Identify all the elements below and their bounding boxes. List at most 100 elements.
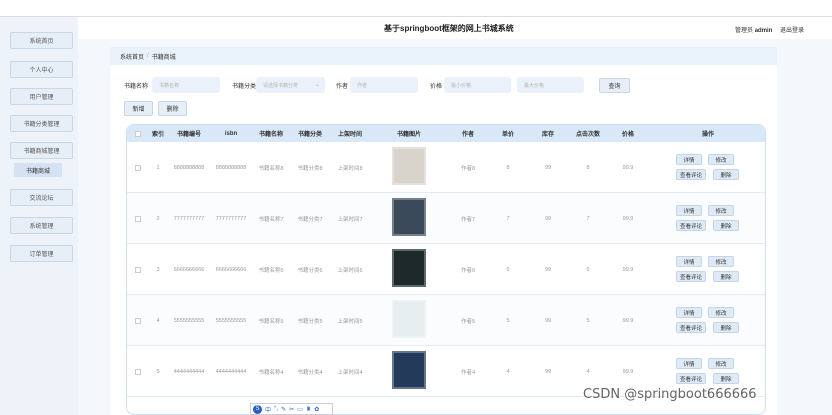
user-role-label: 管理员 bbox=[735, 28, 754, 34]
detail-button[interactable]: 详情 bbox=[676, 205, 702, 216]
cell-book-name: 书籍名称4 bbox=[258, 369, 284, 376]
settings-icon[interactable]: ✿ bbox=[314, 406, 319, 413]
detail-button[interactable]: 详情 bbox=[676, 256, 702, 267]
sidebar-item-forum[interactable]: 交流论坛 bbox=[10, 189, 73, 206]
cell-author: 作者7 bbox=[460, 216, 476, 223]
cell-index: 2 bbox=[156, 215, 160, 222]
price-min-input[interactable]: 最小价格 bbox=[444, 77, 511, 93]
cell-author: 作者5 bbox=[460, 318, 476, 325]
row-delete-button[interactable]: 删除 bbox=[713, 169, 739, 180]
cell-book-no: 6666666666 bbox=[173, 266, 205, 273]
row-checkbox[interactable] bbox=[127, 244, 149, 295]
col-book-image: 书籍图片 bbox=[396, 132, 421, 138]
cell-stock: 99 bbox=[544, 215, 552, 222]
user-name: admin bbox=[754, 28, 773, 34]
row-checkbox[interactable] bbox=[127, 295, 149, 346]
col-isbn: isbn bbox=[224, 130, 238, 137]
cell-book-name: 书籍名称7 bbox=[258, 216, 284, 223]
cell-book-category: 书籍分类6 bbox=[297, 267, 323, 274]
row-delete-button[interactable]: 删除 bbox=[713, 220, 739, 231]
cell-book-category: 书籍分类8 bbox=[297, 165, 323, 172]
sidebar-item-orders[interactable]: 订单管理 bbox=[10, 245, 73, 262]
col-price: 价格 bbox=[621, 132, 634, 138]
pen-icon[interactable]: ✎ bbox=[281, 406, 286, 413]
row-delete-button[interactable]: 删除 bbox=[713, 373, 739, 384]
cell-price: 99.9 bbox=[622, 266, 634, 273]
sidebar-item-book-store-admin[interactable]: 书籍商城管理 bbox=[10, 142, 73, 159]
sidebar-item-profile[interactable]: 个人中心 bbox=[10, 61, 73, 78]
cell-author: 作者8 bbox=[460, 165, 476, 172]
skin-icon[interactable]: ♜ bbox=[306, 406, 311, 413]
add-button[interactable]: 新增 bbox=[124, 101, 153, 116]
ime-chinese-icon[interactable]: 中 bbox=[265, 405, 271, 414]
author-input[interactable]: 作者 bbox=[350, 77, 418, 93]
table-row: 1 8888888888 8888888888 书籍名称8 书籍分类8 上架时间8 作者8 8… bbox=[127, 142, 765, 193]
view-reviews-button[interactable]: 查看评论 bbox=[676, 220, 706, 231]
sidebar-subitem-book-store[interactable]: 书籍商城 bbox=[14, 163, 62, 177]
row-checkbox[interactable] bbox=[127, 142, 149, 193]
cell-author: 作者4 bbox=[460, 369, 476, 376]
row-checkbox[interactable] bbox=[127, 346, 149, 397]
cell-shelf-time: 上架时间7 bbox=[337, 216, 363, 223]
cell-unit: 6 bbox=[506, 266, 510, 273]
cell-book-name: 书籍名称6 bbox=[258, 267, 284, 274]
row-delete-button[interactable]: 删除 bbox=[713, 322, 739, 333]
bulk-delete-button[interactable]: 删除 bbox=[158, 101, 187, 116]
breadcrumb: 系统首页 / 书籍商城 bbox=[110, 47, 777, 65]
table-header: 索引 书籍编号 isbn 书籍名称 书籍分类 上架时间 书籍图片 作者 单价 库… bbox=[127, 125, 765, 142]
sidebar-item-system[interactable]: 系统管理 bbox=[10, 217, 73, 234]
col-index: 索引 bbox=[151, 132, 164, 138]
book-cover-image bbox=[392, 198, 426, 236]
cell-clicks: 6 bbox=[586, 266, 590, 273]
book-cover-image bbox=[392, 249, 426, 287]
cell-isbn: 6666666666 bbox=[215, 266, 247, 273]
breadcrumb-current: 书籍商城 bbox=[151, 54, 176, 61]
keyboard-icon[interactable]: ▭ bbox=[297, 406, 303, 413]
col-shelf-time: 上架时间 bbox=[337, 132, 362, 138]
edit-button[interactable]: 修改 bbox=[708, 154, 734, 165]
cell-stock: 99 bbox=[544, 368, 552, 375]
edit-button[interactable]: 修改 bbox=[708, 256, 734, 267]
cell-price: 99.9 bbox=[622, 317, 634, 324]
category-select[interactable]: 请选择书籍分类 ⌄ bbox=[256, 77, 325, 93]
edit-button[interactable]: 修改 bbox=[708, 205, 734, 216]
cell-shelf-time: 上架时间6 bbox=[337, 267, 363, 274]
logout-link[interactable]: 退出登录 bbox=[780, 25, 804, 34]
breadcrumb-home[interactable]: 系统首页 bbox=[120, 52, 144, 61]
price-max-input[interactable]: 最大价格 bbox=[517, 77, 584, 93]
cell-book-category: 书籍分类4 bbox=[297, 369, 323, 376]
edit-button[interactable]: 修改 bbox=[708, 358, 734, 369]
sidebar-item-users[interactable]: 用户管理 bbox=[10, 88, 73, 105]
cell-stock: 99 bbox=[544, 317, 552, 324]
sidebar-item-home[interactable]: 系统首页 bbox=[10, 32, 73, 49]
app-header: 基于springboot框架的网上书城系统 管理员 admin 退出登录 bbox=[78, 17, 832, 39]
view-reviews-button[interactable]: 查看评论 bbox=[676, 373, 706, 384]
sidebar-item-book-categories[interactable]: 书籍分类管理 bbox=[10, 115, 73, 132]
select-all-checkbox[interactable] bbox=[127, 125, 149, 142]
book-table: 索引 书籍编号 isbn 书籍名称 书籍分类 上架时间 书籍图片 作者 单价 库… bbox=[126, 124, 766, 415]
cell-stock: 99 bbox=[544, 164, 552, 171]
current-user: 管理员 admin bbox=[735, 25, 772, 34]
col-book-category: 书籍分类 bbox=[297, 132, 322, 138]
view-reviews-button[interactable]: 查看评论 bbox=[676, 271, 706, 282]
detail-button[interactable]: 详情 bbox=[676, 154, 702, 165]
scissors-icon[interactable]: ✂ bbox=[289, 406, 294, 413]
cell-isbn: 8888888888 bbox=[215, 164, 247, 171]
detail-button[interactable]: 详情 bbox=[676, 358, 702, 369]
detail-button[interactable]: 详情 bbox=[676, 307, 702, 318]
edit-button[interactable]: 修改 bbox=[708, 307, 734, 318]
floating-toolbar[interactable]: S 中 °, ✎ ✂ ▭ ♜ ✿ bbox=[250, 403, 333, 415]
ime-badge-icon[interactable]: S bbox=[253, 404, 262, 414]
book-name-input[interactable]: 书籍名称 bbox=[152, 77, 220, 93]
table-body: 1 8888888888 8888888888 书籍名称8 书籍分类8 上架时间8 作者8 8… bbox=[127, 142, 765, 414]
view-reviews-button[interactable]: 查看评论 bbox=[676, 169, 706, 180]
row-delete-button[interactable]: 删除 bbox=[713, 271, 739, 282]
view-reviews-button[interactable]: 查看评论 bbox=[676, 322, 706, 333]
cell-book-category: 书籍分类7 bbox=[297, 216, 323, 223]
book-cover-image bbox=[392, 300, 426, 338]
col-actions: 操作 bbox=[701, 132, 714, 138]
search-button[interactable]: 查询 bbox=[599, 78, 630, 93]
table-row: 4 5555555555 5555555555 书籍名称5 书籍分类5 上架时间5 作者5 5… bbox=[127, 295, 765, 346]
ime-punctuation-icon[interactable]: °, bbox=[274, 406, 278, 412]
row-checkbox[interactable] bbox=[127, 193, 149, 244]
